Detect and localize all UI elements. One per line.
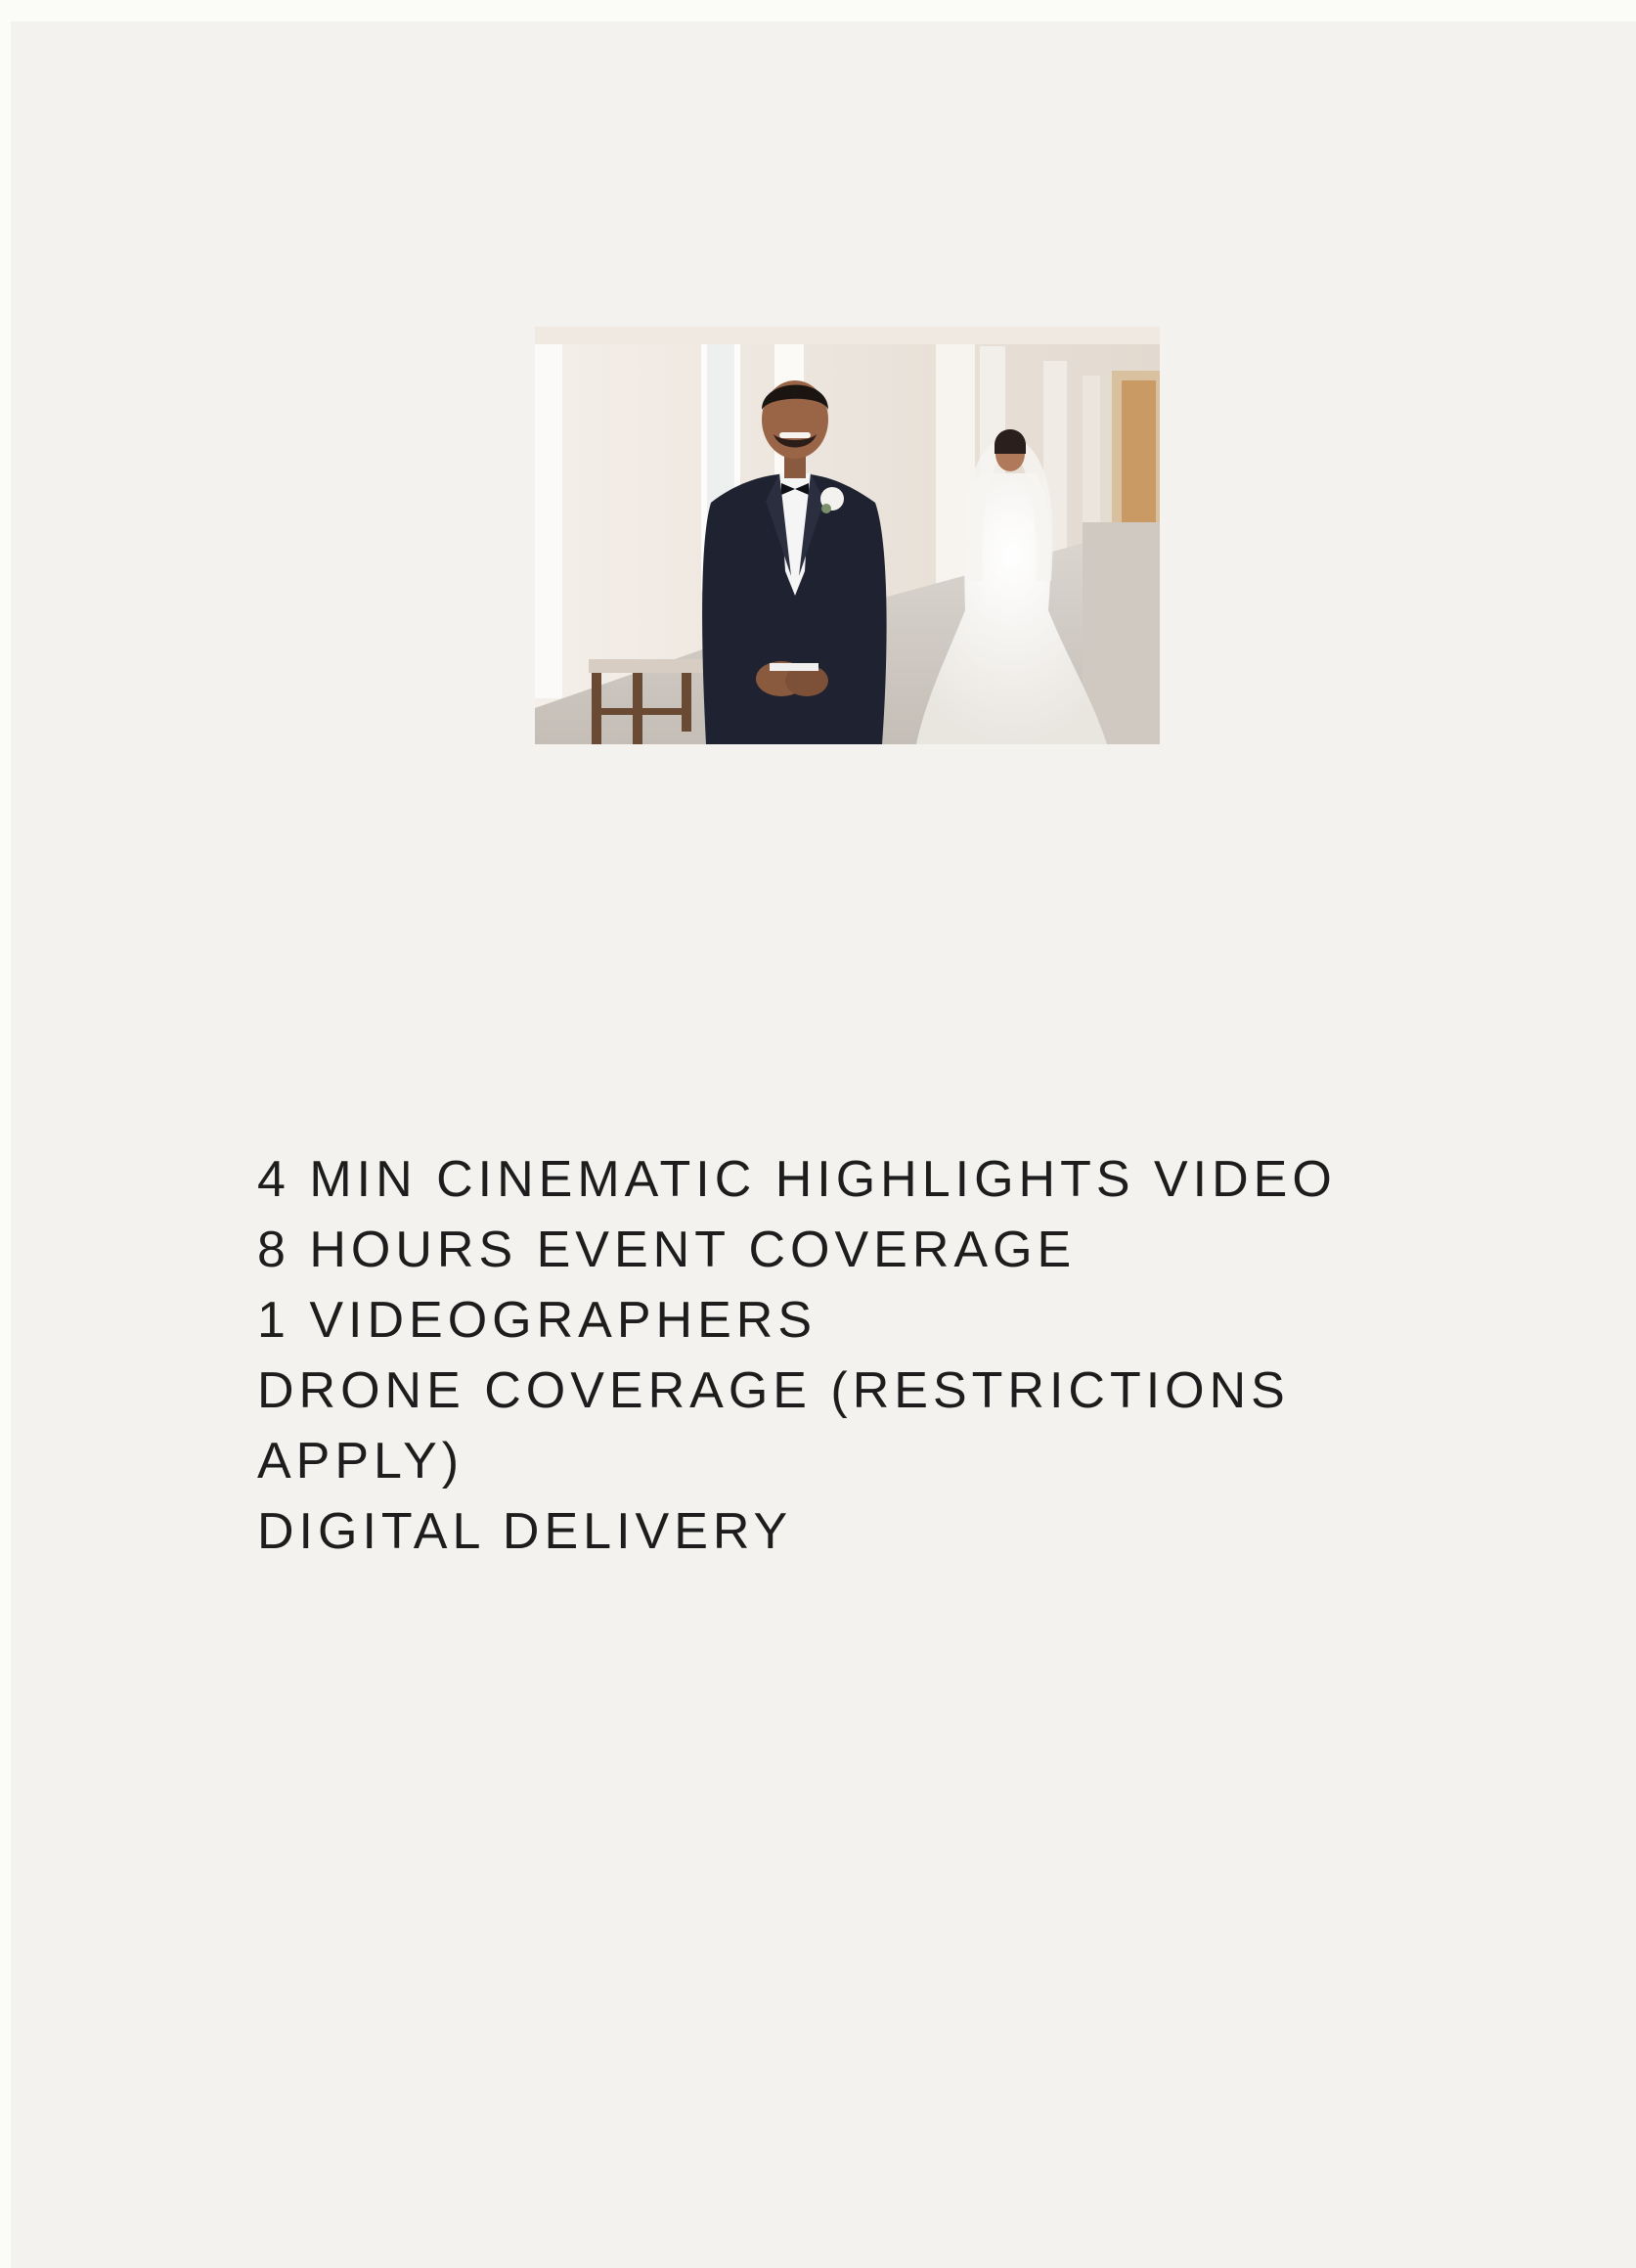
feature-item-delivery: DIGITAL DELIVERY — [257, 1503, 793, 1560]
wedding-photo — [535, 327, 1160, 744]
wedding-photo-image — [535, 327, 1160, 744]
features-list: 4 MIN CINEMATIC HIGHLIGHTS VIDEO 8 HOURS… — [257, 1144, 1509, 1567]
feature-item-highlights: 4 MIN CINEMATIC HIGHLIGHTS VIDEO — [257, 1151, 1337, 1208]
feature-item-coverage-hours: 8 HOURS EVENT COVERAGE — [257, 1222, 1077, 1278]
feature-item-drone: DRONE COVERAGE (RESTRICTIONS APPLY) — [257, 1362, 1290, 1490]
feature-item-videographers: 1 VIDEOGRAPHERS — [257, 1292, 818, 1349]
package-page: 4 MIN CINEMATIC HIGHLIGHTS VIDEO 8 HOURS… — [11, 22, 1636, 2268]
